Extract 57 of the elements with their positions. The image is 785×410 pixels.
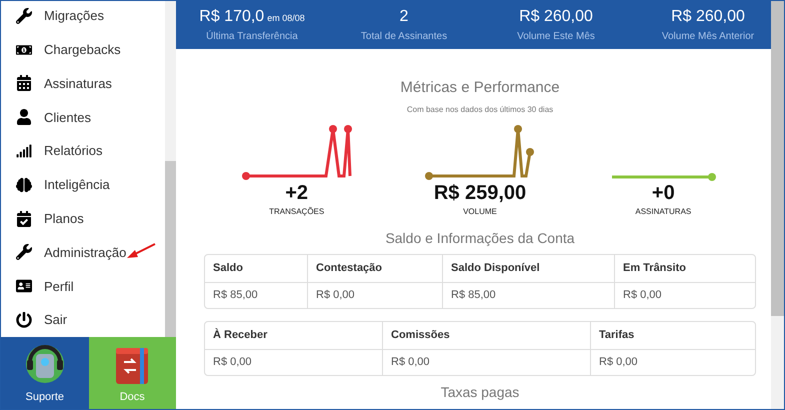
summary-label: Total de Assinantes	[360, 30, 448, 44]
metric-label: TRANSAÇÕES	[269, 206, 324, 218]
section-title: Métricas e Performance	[400, 78, 560, 98]
scrollbar[interactable]	[165, 1, 176, 337]
column-header: Saldo	[213, 260, 243, 276]
menu-item[interactable]: Planos	[44, 208, 84, 228]
table-cell-text: R$ 0,00	[316, 288, 355, 303]
calendar-icon	[16, 210, 32, 227]
wrench-icon	[16, 8, 32, 24]
calendar-icon	[16, 75, 32, 92]
metric-value: +2	[285, 182, 308, 204]
column-header: Comissões	[391, 328, 450, 343]
column-header: Contestação	[316, 260, 382, 276]
book-icon	[114, 346, 150, 386]
section-title: Taxas pagas	[440, 384, 520, 400]
summary-value: R$ 260,00	[519, 7, 593, 27]
summary-value: 2	[400, 7, 408, 27]
menu-item[interactable]: Clientes	[44, 108, 91, 128]
menu-item[interactable]: Administração	[44, 242, 126, 262]
summary-value: R$ 260,00	[671, 7, 745, 27]
table-cell-text: R$ 0,00	[213, 354, 252, 370]
menu-item[interactable]: Chargebacks	[44, 40, 121, 60]
scrollbar[interactable]	[771, 1, 784, 409]
person-icon	[16, 109, 32, 126]
table-cell-text: R$ 0,00	[599, 354, 638, 370]
summary-value: R$ 170,0	[199, 7, 264, 27]
metric-label: ASSINATURAS	[635, 206, 692, 218]
wrench-icon	[16, 244, 32, 260]
table-cell-text: R$ 0,00	[391, 354, 430, 370]
metric-value: R$ 259,00	[434, 182, 526, 204]
metric-value: +0	[652, 182, 675, 204]
menu-item[interactable]: Assinaturas	[44, 74, 112, 94]
table-cell-text: R$ 85,00	[451, 288, 496, 303]
bar-chart-icon	[16, 143, 32, 160]
column-header: À Receber	[213, 327, 268, 343]
menu-item[interactable]: Relatórios	[44, 141, 103, 161]
menu-item[interactable]: Sair	[44, 310, 68, 330]
menu-item[interactable]: Inteligência	[44, 175, 110, 195]
summary-note: em 08/08	[267, 12, 305, 25]
support-button[interactable]: Suporte	[1, 337, 88, 409]
table-cell-text: R$ 0,00	[623, 288, 662, 303]
section-subtitle: Com base nos dados dos últimos 30 dias	[406, 104, 554, 116]
summary-label: Volume Mês Anterior	[662, 30, 754, 44]
brain-icon	[16, 176, 32, 193]
metric-label: VOLUME	[463, 206, 497, 218]
menu-item[interactable]: Migrações	[44, 6, 104, 26]
power-icon	[16, 312, 32, 328]
id-card-icon	[16, 278, 32, 294]
column-header: Em Trânsito	[623, 260, 686, 276]
table-cell-text: R$ 85,00	[213, 288, 258, 303]
menu-item[interactable]: Perfil	[44, 276, 74, 296]
column-header: Tarifas	[599, 328, 634, 343]
summary-label: Volume Este Mês	[517, 30, 595, 44]
arrow-icon	[125, 242, 157, 260]
summary-label: Última Transferência	[206, 29, 298, 44]
column-header: Saldo Disponível	[451, 260, 540, 276]
section-title: Saldo e Informações da Conta	[385, 228, 575, 248]
